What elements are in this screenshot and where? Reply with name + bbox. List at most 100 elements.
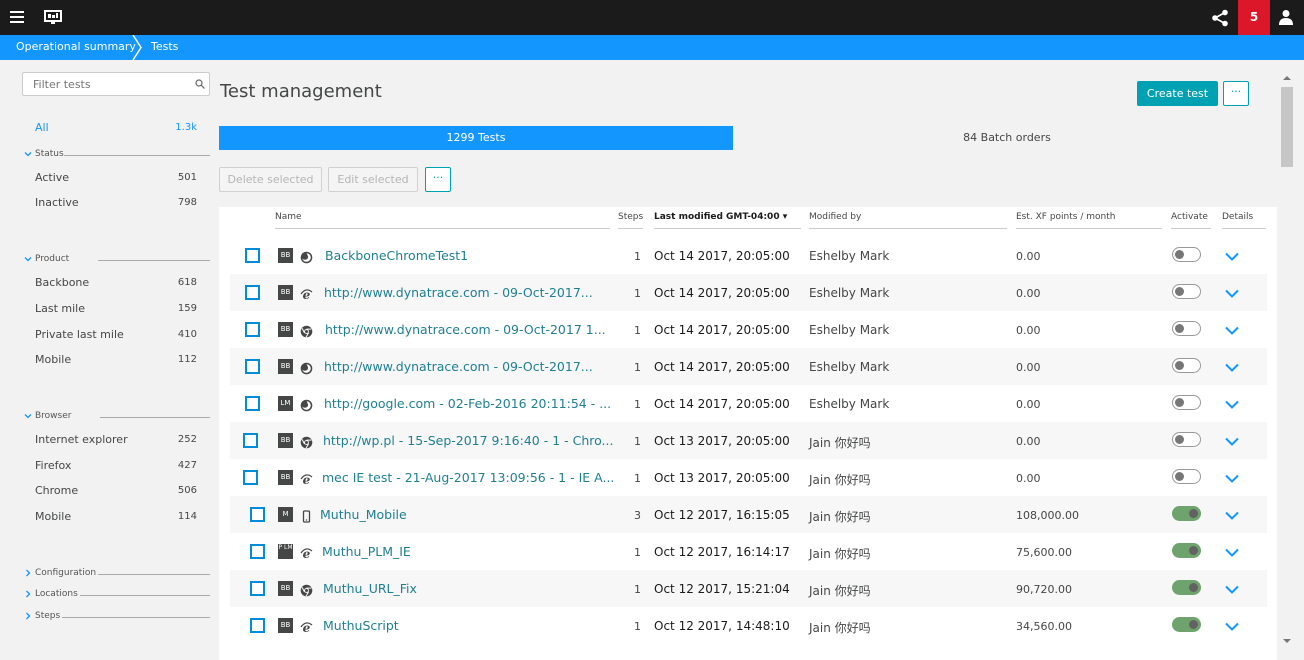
sidebar-item-backbone[interactable]: Backbone 618	[35, 276, 197, 292]
modified-by: Jain 你好吗	[809, 436, 871, 450]
activate-toggle[interactable]	[1172, 469, 1201, 484]
scrollbar-thumb[interactable]	[1281, 87, 1293, 167]
row-checkbox[interactable]	[245, 359, 260, 374]
sidebar-section-configuration[interactable]: Configuration	[24, 568, 210, 580]
table-row[interactable]: BB http://www.dynatrace.com - 09-Oct-2017…	[230, 348, 1267, 385]
activate-toggle[interactable]	[1172, 617, 1201, 632]
filter-tests-input[interactable]	[22, 72, 210, 96]
chevron-down-icon[interactable]	[1225, 622, 1239, 631]
notification-badge[interactable]: 5	[1238, 0, 1270, 35]
column-header-modified-by[interactable]: Modified by	[809, 212, 1007, 229]
row-checkbox[interactable]	[245, 285, 260, 300]
test-name-link[interactable]: http://www.dynatrace.com - 09-Oct-2017..…	[324, 285, 593, 300]
table-row[interactable]: BB Muthu_URL_Fix 1 Oct 12 2017, 15:21:04 Jai…	[230, 570, 1267, 607]
breadcrumb-tests[interactable]: Tests	[151, 40, 178, 53]
scroll-up-icon[interactable]	[1282, 75, 1292, 81]
table-row[interactable]: BB e http://www.dynatrace.com - 09-Oct-201…	[230, 274, 1267, 311]
chevron-down-icon[interactable]	[1225, 289, 1239, 298]
sidebar-item-active[interactable]: Active 501	[35, 171, 197, 187]
sidebar-item-mobile-browser[interactable]: Mobile 114	[35, 510, 197, 526]
table-row[interactable]: BB e MuthuScript 1 Oct 12 2017, 14:48:10 Jain…	[230, 607, 1267, 644]
chevron-down-icon[interactable]	[1225, 326, 1239, 335]
activate-toggle[interactable]	[1172, 580, 1201, 595]
test-name-link[interactable]: Muthu_Mobile	[320, 507, 407, 522]
sidebar-item-count: 506	[177, 485, 197, 496]
test-name-link[interactable]: http://wp.pl - 15-Sep-2017 9:16:40 - 1 -…	[323, 433, 613, 448]
test-name-link[interactable]: http://google.com - 02-Feb-2016 20:11:54…	[324, 396, 611, 411]
chevron-down-icon[interactable]	[1225, 363, 1239, 372]
column-header-details[interactable]: Details	[1222, 212, 1266, 229]
selection-more-button[interactable]: ···	[425, 167, 451, 192]
user-icon[interactable]	[1278, 9, 1294, 25]
sidebar-item-inactive[interactable]: Inactive 798	[35, 196, 197, 212]
activate-toggle[interactable]	[1172, 432, 1201, 447]
product-badge: BB	[278, 581, 293, 596]
table-row[interactable]: BB BackboneChromeTest1 1 Oct 14 2017, 20:05…	[230, 237, 1267, 274]
column-header-steps[interactable]: Steps	[618, 212, 643, 229]
sidebar-item-internet-explorer[interactable]: Internet explorer 252	[35, 433, 197, 449]
sidebar-section-locations[interactable]: Locations	[24, 589, 210, 601]
column-header-last-modified[interactable]: Last modified GMT-04:00 ▾	[654, 212, 801, 229]
table-row[interactable]: BB e mec IE test - 21-Aug-2017 13:09:56 - …	[230, 459, 1267, 496]
test-name-link[interactable]: http://www.dynatrace.com - 09-Oct-2017..…	[324, 359, 593, 374]
activate-toggle[interactable]	[1172, 247, 1201, 262]
share-icon[interactable]	[1211, 9, 1229, 27]
sidebar-section-status[interactable]: Status	[24, 149, 210, 161]
activate-toggle[interactable]	[1172, 321, 1201, 336]
column-header-xf-points[interactable]: Est. XF points / month	[1016, 212, 1162, 229]
activate-toggle[interactable]	[1172, 358, 1201, 373]
sidebar-item-private-last-mile[interactable]: Private last mile 410	[35, 328, 197, 344]
chevron-down-icon[interactable]	[1225, 511, 1239, 520]
activate-toggle[interactable]	[1172, 506, 1201, 521]
row-checkbox[interactable]	[245, 396, 260, 411]
activate-toggle[interactable]	[1172, 284, 1201, 299]
row-checkbox[interactable]	[250, 544, 265, 559]
monitor-icon[interactable]	[44, 10, 62, 25]
create-test-button[interactable]: Create test	[1137, 81, 1218, 106]
table-row[interactable]: BB http://www.dynatrace.com - 09-Oct-2017…	[230, 311, 1267, 348]
table-row[interactable]: LM http://google.com - 02-Feb-2016 20:11:…	[230, 385, 1267, 422]
test-name-link[interactable]: http://www.dynatrace.com - 09-Oct-2017 1…	[325, 322, 606, 337]
sidebar-section-steps[interactable]: Steps	[24, 611, 210, 623]
more-options-button[interactable]: ···	[1223, 81, 1249, 106]
chevron-down-icon[interactable]	[1225, 400, 1239, 409]
column-header-activate[interactable]: Activate	[1171, 212, 1211, 229]
table-row[interactable]: P LM e Muthu_PLM_IE 1 Oct 12 2017, 16:14:17 J…	[230, 533, 1267, 570]
chevron-down-icon[interactable]	[1225, 252, 1239, 261]
sidebar-item-chrome[interactable]: Chrome 506	[35, 484, 197, 500]
row-checkbox[interactable]	[245, 248, 260, 263]
test-name-link[interactable]: Muthu_PLM_IE	[322, 544, 411, 559]
sidebar-item-all[interactable]: All 1.3k	[35, 121, 197, 134]
test-name-link[interactable]: BackboneChromeTest1	[325, 248, 468, 263]
table-row[interactable]: BB http://wp.pl - 15-Sep-2017 9:16:40 - 1…	[230, 422, 1267, 459]
chevron-down-icon[interactable]	[1225, 548, 1239, 557]
breadcrumb-operational-summary[interactable]: Operational summary	[16, 40, 136, 53]
sidebar-section-product[interactable]: Product	[24, 254, 210, 266]
test-name-link[interactable]: Muthu_URL_Fix	[323, 581, 417, 596]
sidebar-item-last-mile[interactable]: Last mile 159	[35, 302, 197, 318]
chevron-down-icon[interactable]	[1225, 474, 1239, 483]
sidebar-section-browser[interactable]: Browser	[24, 411, 210, 423]
sidebar-item-firefox[interactable]: Firefox 427	[35, 459, 197, 475]
scroll-down-icon[interactable]	[1282, 638, 1292, 644]
activate-toggle[interactable]	[1172, 543, 1201, 558]
row-checkbox[interactable]	[243, 433, 258, 448]
activate-toggle[interactable]	[1172, 395, 1201, 410]
test-name-link[interactable]: mec IE test - 21-Aug-2017 13:09:56 - 1 -…	[322, 470, 614, 485]
tab-tests[interactable]: 1299 Tests	[219, 126, 733, 150]
sidebar-item-mobile-product[interactable]: Mobile 112	[35, 353, 197, 369]
edit-selected-button[interactable]: Edit selected	[328, 167, 418, 192]
row-checkbox[interactable]	[250, 581, 265, 596]
row-checkbox[interactable]	[250, 618, 265, 633]
delete-selected-button[interactable]: Delete selected	[219, 167, 322, 192]
chevron-down-icon[interactable]	[1225, 437, 1239, 446]
test-name-link[interactable]: MuthuScript	[323, 618, 399, 633]
row-checkbox[interactable]	[243, 470, 258, 485]
hamburger-menu-icon[interactable]	[10, 11, 24, 23]
row-checkbox[interactable]	[245, 322, 260, 337]
chevron-down-icon[interactable]	[1225, 585, 1239, 594]
tab-batch-orders[interactable]: 84 Batch orders	[733, 126, 1281, 150]
column-header-name[interactable]: Name	[275, 212, 610, 229]
table-row[interactable]: M Muthu_Mobile 3 Oct 12 2017, 16:15:05 Jain …	[230, 496, 1267, 533]
row-checkbox[interactable]	[250, 507, 265, 522]
